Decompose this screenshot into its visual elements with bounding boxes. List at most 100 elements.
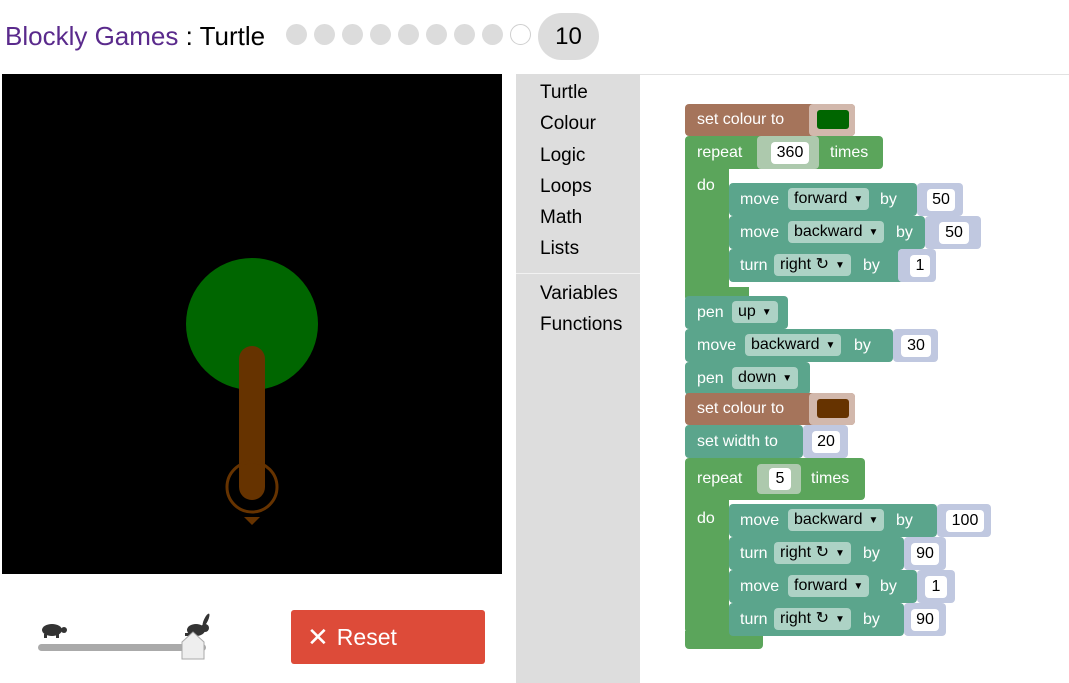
block-label: turn (740, 611, 768, 628)
chevron-down-icon: ▼ (853, 581, 864, 592)
level-dot[interactable] (342, 24, 363, 45)
toolbox-category-colour[interactable]: Colour (540, 112, 596, 136)
level-dot[interactable] (426, 24, 447, 45)
repeat-count[interactable]: 5 (769, 468, 791, 490)
colour-socket (809, 393, 855, 425)
value-socket: 90 (904, 537, 946, 570)
block-label: pen (697, 370, 724, 387)
block-label: turn (740, 257, 768, 274)
repeat-count[interactable]: 360 (771, 142, 809, 164)
direction-dropdown[interactable]: backward ▼ (788, 221, 885, 243)
header: Blockly Games : Turtle 10 (0, 0, 1069, 72)
page-title: Blockly Games : Turtle (5, 20, 265, 52)
dropdown-value: forward (794, 190, 848, 207)
level-dot[interactable] (314, 24, 335, 45)
pen-block-1[interactable]: pen up ▼ (685, 296, 788, 329)
slider-thumb (181, 631, 205, 660)
level-dot[interactable] (482, 24, 503, 45)
toolbox-category-variables[interactable]: Variables (540, 282, 618, 306)
dropdown-value: down (738, 369, 777, 386)
move-block-4[interactable]: move backward ▼ by (729, 504, 937, 537)
colour-swatch[interactable] (817, 399, 849, 418)
rabbit-icon (185, 613, 210, 636)
value-socket: 100 (937, 504, 991, 537)
blockly-workspace[interactable]: set colour to repeat 360 times do move f… (640, 74, 1069, 683)
direction-dropdown[interactable]: forward ▼ (788, 575, 870, 597)
direction-dropdown[interactable]: backward ▼ (745, 334, 842, 356)
turn-value[interactable]: 90 (911, 609, 939, 631)
close-icon: ✕ (307, 622, 329, 652)
set-width-block[interactable]: set width to (685, 425, 803, 458)
chevron-down-icon: ▼ (834, 548, 845, 559)
block-label: pen (697, 304, 724, 321)
toolbox-category-loops[interactable]: Loops (540, 175, 592, 199)
move-value[interactable]: 50 (939, 222, 969, 244)
value-socket: 360 (757, 136, 819, 169)
block-label: by (880, 191, 897, 208)
direction-dropdown[interactable]: right ↻ ▼ (774, 608, 851, 630)
block-label: move (740, 224, 780, 241)
brand-link[interactable]: Blockly Games (5, 21, 178, 51)
block-label: set colour to (697, 111, 785, 128)
reset-label: Reset (336, 623, 397, 650)
toolbox-category-math[interactable]: Math (540, 206, 582, 230)
chevron-down-icon: ▼ (782, 373, 793, 384)
block-label: turn (740, 545, 768, 562)
set-colour-block-2[interactable]: set colour to (685, 393, 855, 425)
set-colour-block-1[interactable]: set colour to (685, 104, 855, 136)
toolbox-category-turtle[interactable]: Turtle (540, 81, 588, 105)
move-block-3[interactable]: move backward ▼ by (685, 329, 893, 362)
move-value[interactable]: 30 (901, 335, 931, 357)
level-dot[interactable] (286, 24, 307, 45)
pen-block-2[interactable]: pen down ▼ (685, 362, 810, 395)
direction-dropdown[interactable]: forward ▼ (788, 188, 870, 210)
toolbox-category-logic[interactable]: Logic (540, 144, 585, 168)
direction-dropdown[interactable]: right ↻ ▼ (774, 254, 851, 276)
level-dot[interactable] (370, 24, 391, 45)
pen-state-dropdown[interactable]: down ▼ (732, 367, 799, 389)
toolbox-category-functions[interactable]: Functions (540, 313, 622, 337)
chevron-down-icon: ▼ (868, 515, 879, 526)
direction-dropdown[interactable]: backward ▼ (788, 509, 885, 531)
colour-swatch[interactable] (817, 110, 849, 129)
width-value[interactable]: 20 (812, 431, 840, 453)
block-label: by (854, 337, 871, 354)
direction-dropdown[interactable]: right ↻ ▼ (774, 542, 851, 564)
value-socket: 50 (925, 216, 981, 249)
move-value[interactable]: 100 (946, 510, 984, 532)
turn-block-1[interactable]: turn right ↻ ▼ by (729, 249, 904, 282)
value-socket: 1 (898, 249, 936, 282)
move-block-1[interactable]: move forward ▼ by (729, 183, 917, 216)
turn-value[interactable]: 1 (910, 255, 930, 277)
block-label: repeat (697, 470, 743, 487)
block-label: move (697, 337, 737, 354)
toolbox-category-lists[interactable]: Lists (540, 237, 579, 261)
level-dot[interactable] (454, 24, 475, 45)
block-label: do (697, 510, 715, 527)
value-socket: 50 (917, 183, 963, 216)
turn-value[interactable]: 90 (911, 543, 939, 565)
value-socket: 20 (803, 425, 848, 458)
level-dot[interactable] (398, 24, 419, 45)
dropdown-value: right ↻ (780, 610, 829, 627)
repeat-block-2[interactable]: repeat 5 times (685, 458, 865, 500)
dropdown-value: right ↻ (780, 544, 829, 561)
dropdown-value: backward (794, 223, 863, 240)
turn-block-2[interactable]: turn right ↻ ▼ by (729, 537, 904, 570)
block-label: move (740, 191, 780, 208)
turn-block-3[interactable]: turn right ↻ ▼ by (729, 603, 904, 636)
pen-state-dropdown[interactable]: up ▼ (732, 301, 778, 323)
move-block-2[interactable]: move backward ▼ by (729, 216, 925, 249)
reset-button[interactable]: ✕ Reset (291, 610, 485, 664)
chevron-down-icon: ▼ (834, 614, 845, 625)
move-block-5[interactable]: move forward ▼ by (729, 570, 917, 603)
speed-slider[interactable] (30, 612, 220, 662)
chevron-down-icon: ▼ (825, 340, 836, 351)
level-dot[interactable] (510, 24, 531, 45)
chevron-down-icon: ▼ (834, 260, 845, 271)
block-label: by (863, 257, 880, 274)
block-label: do (697, 177, 715, 194)
move-value[interactable]: 50 (927, 189, 955, 211)
turtle-icon (42, 624, 67, 638)
move-value[interactable]: 1 (925, 576, 947, 598)
